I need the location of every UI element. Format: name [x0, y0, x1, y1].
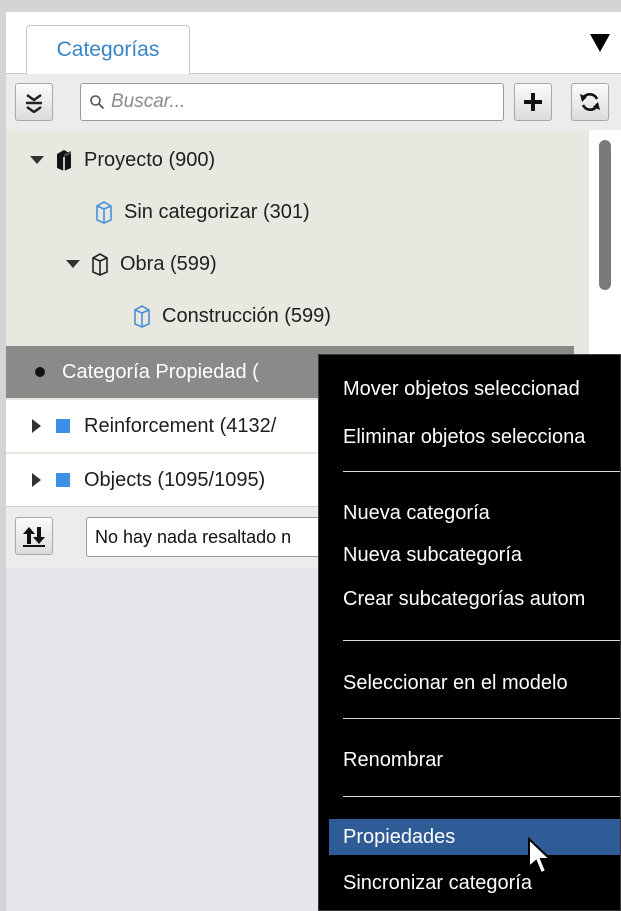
refresh-icon — [580, 93, 600, 111]
tree-item-obra[interactable]: Obra (599) — [6, 238, 574, 290]
cube-outline-icon — [96, 201, 112, 224]
context-menu: Mover objetos seleccionad Eliminar objet… — [318, 354, 621, 911]
tree-item-proyecto[interactable]: Proyecto (900) — [6, 134, 574, 186]
menu-separator — [343, 471, 620, 472]
menu-separator — [343, 718, 620, 719]
menu-separator — [343, 640, 620, 641]
plus-icon — [524, 93, 542, 111]
menu-item-crear-subcategorias[interactable]: Crear subcategorías autom — [329, 581, 620, 617]
panel-menu-icon[interactable] — [588, 32, 612, 54]
menu-item-nueva-subcategoria[interactable]: Nueva subcategoría — [329, 537, 620, 573]
search-icon — [90, 95, 105, 110]
menu-item-mover-objetos[interactable]: Mover objetos seleccionad — [329, 371, 620, 407]
scroll-thumb[interactable] — [599, 140, 611, 290]
tab-categorias[interactable]: Categorías — [26, 25, 190, 74]
category-color-icon — [56, 419, 70, 433]
expanded-arrow-icon[interactable] — [28, 151, 46, 169]
sort-arrows-icon — [23, 527, 45, 547]
tree-item-label: Obra (599) — [120, 252, 217, 275]
category-color-icon — [56, 473, 70, 487]
tree-item-label: Reinforcement (4132/ — [84, 414, 277, 437]
tree-item-sin-categorizar[interactable]: Sin categorizar (301) — [6, 186, 574, 238]
cube-icon — [57, 150, 71, 171]
cube-outline-icon — [134, 305, 150, 328]
bullet-icon — [35, 367, 45, 377]
add-category-button[interactable] — [514, 83, 552, 121]
search-input[interactable] — [111, 91, 491, 113]
collapse-all-button[interactable] — [15, 83, 53, 121]
refresh-button[interactable] — [571, 83, 609, 121]
tree-item-label: Construcción (599) — [162, 304, 331, 327]
tree-item-construccion[interactable]: Construcción (599) — [6, 290, 574, 342]
panel-header: Categorías — [6, 12, 621, 74]
menu-item-renombrar[interactable]: Renombrar — [329, 742, 620, 778]
collapsed-arrow-icon[interactable] — [28, 417, 46, 435]
menu-item-propiedades[interactable]: Propiedades — [329, 819, 620, 855]
tree-item-label: Proyecto (900) — [84, 148, 216, 171]
tree-item-label: Objects (1095/1095) — [84, 468, 266, 491]
toolbar — [6, 74, 621, 130]
menu-item-seleccionar-modelo[interactable]: Seleccionar en el modelo — [329, 665, 620, 701]
menu-separator — [343, 796, 620, 797]
collapse-all-icon — [26, 93, 42, 113]
tree-item-label: Sin categorizar (301) — [124, 200, 310, 223]
menu-item-eliminar-objetos[interactable]: Eliminar objetos selecciona — [329, 419, 620, 455]
highlight-button[interactable] — [15, 517, 53, 555]
tree-item-label: Categoría Propiedad ( — [62, 360, 259, 383]
mouse-pointer-icon — [528, 837, 553, 875]
collapsed-arrow-icon[interactable] — [28, 471, 46, 489]
cube-outline-icon — [92, 253, 108, 276]
expanded-arrow-icon[interactable] — [64, 255, 82, 273]
search-box[interactable] — [80, 83, 504, 121]
menu-item-sincronizar-categoria[interactable]: Sincronizar categoría — [329, 865, 620, 901]
menu-item-nueva-categoria[interactable]: Nueva categoría — [329, 495, 620, 531]
